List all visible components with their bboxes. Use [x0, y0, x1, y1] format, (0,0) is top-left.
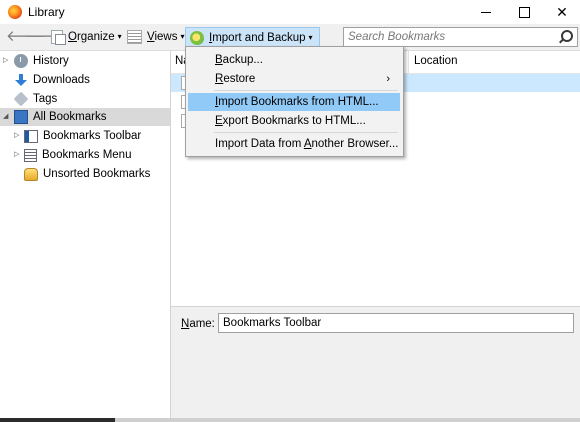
menu-separator	[214, 90, 398, 91]
close-button[interactable]: ✕	[544, 0, 580, 24]
sidebar-item-label: All Bookmarks	[33, 111, 107, 123]
minimize-button[interactable]	[468, 0, 504, 24]
sidebar-item-label: Bookmarks Menu	[42, 149, 132, 161]
import-and-backup-menu: Backup... Restore › Import Bookmarks fro…	[185, 46, 404, 157]
views-button[interactable]: Views ▾	[127, 28, 185, 46]
views-icon	[127, 30, 142, 44]
views-label: Views	[147, 31, 178, 43]
sidebar-item-downloads[interactable]: Downloads	[0, 71, 90, 89]
sidebar-item-bookmarks-menu[interactable]: ▷ Bookmarks Menu	[0, 146, 131, 164]
menu-item-label: Backup...	[215, 54, 263, 66]
organize-label: Organize	[68, 31, 115, 43]
submenu-arrow-icon: ›	[386, 73, 390, 85]
maximize-icon	[518, 6, 530, 18]
organize-button[interactable]: Organize ▾	[51, 28, 122, 46]
menu-item-label: Import Bookmarks from HTML...	[215, 96, 379, 108]
download-arrow-icon	[14, 73, 28, 87]
search-icon[interactable]	[561, 30, 573, 42]
column-header-location[interactable]: Location	[414, 55, 457, 67]
unsorted-bookmarks-icon	[24, 167, 38, 181]
sidebar-item-label: Bookmarks Toolbar	[43, 130, 142, 142]
bookmarks-toolbar-icon	[24, 129, 38, 143]
window-bottom-edge	[115, 418, 580, 422]
import-and-backup-label: Import and Backup	[209, 32, 306, 44]
sidebar-item-label: Unsorted Bookmarks	[43, 168, 151, 180]
sidebar-item-history[interactable]: ▷ History	[0, 52, 69, 70]
sidebar-tree: ▷ History Downloads Tags ◢ All Bookmarks…	[0, 51, 171, 418]
expand-arrow-icon[interactable]: ▷	[3, 52, 8, 70]
menu-item-label: Restore	[215, 73, 256, 85]
name-label: Name:	[181, 318, 215, 330]
bookmarks-library-icon	[14, 110, 28, 124]
menu-item-import-from-browser[interactable]: Import Data from Another Browser...	[188, 135, 400, 153]
menu-item-label: Export Bookmarks to HTML...	[215, 115, 366, 127]
sidebar-item-label: Tags	[33, 93, 58, 105]
dropdown-arrow-icon: ▾	[117, 32, 122, 41]
menu-item-export-html[interactable]: Export Bookmarks to HTML...	[188, 112, 400, 130]
history-clock-icon	[14, 54, 28, 68]
sidebar-item-label: History	[33, 55, 69, 67]
firefox-icon	[8, 5, 22, 19]
dropdown-arrow-icon: ▾	[180, 32, 185, 41]
menu-separator	[214, 132, 398, 133]
name-field[interactable]	[218, 313, 574, 333]
menu-item-label: Import Data from Another Browser...	[215, 138, 399, 150]
maximize-button[interactable]	[506, 0, 542, 24]
sidebar-item-bookmarks-toolbar[interactable]: ▷ Bookmarks Toolbar	[0, 127, 141, 145]
menu-item-backup[interactable]: Backup...	[188, 51, 400, 69]
collapse-arrow-icon[interactable]: ◢	[3, 108, 8, 126]
expand-arrow-icon[interactable]: ▷	[14, 146, 19, 164]
sidebar-item-tags[interactable]: Tags	[0, 90, 57, 108]
search-input[interactable]	[344, 28, 553, 46]
organize-icon	[51, 30, 66, 45]
import-backup-icon	[190, 31, 204, 45]
bookmarks-menu-icon	[24, 148, 37, 162]
dropdown-arrow-icon: ▾	[308, 33, 313, 42]
details-pane: Name:	[171, 306, 580, 419]
sidebar-item-all-bookmarks[interactable]: ◢ All Bookmarks	[0, 108, 170, 126]
sidebar-item-label: Downloads	[33, 74, 90, 86]
menu-item-restore[interactable]: Restore ›	[188, 70, 400, 88]
close-icon: ✕	[556, 3, 568, 20]
title-bar: Library ✕	[0, 0, 580, 24]
column-divider[interactable]	[408, 51, 409, 73]
menu-item-import-html[interactable]: Import Bookmarks from HTML...	[188, 93, 400, 111]
sidebar-item-unsorted-bookmarks[interactable]: Unsorted Bookmarks	[0, 165, 150, 183]
tag-icon	[13, 91, 29, 107]
search-box	[343, 27, 578, 47]
expand-arrow-icon[interactable]: ▷	[14, 127, 19, 145]
minimize-icon	[481, 11, 491, 13]
window-title: Library	[28, 5, 65, 19]
taskbar-strip	[0, 418, 115, 422]
